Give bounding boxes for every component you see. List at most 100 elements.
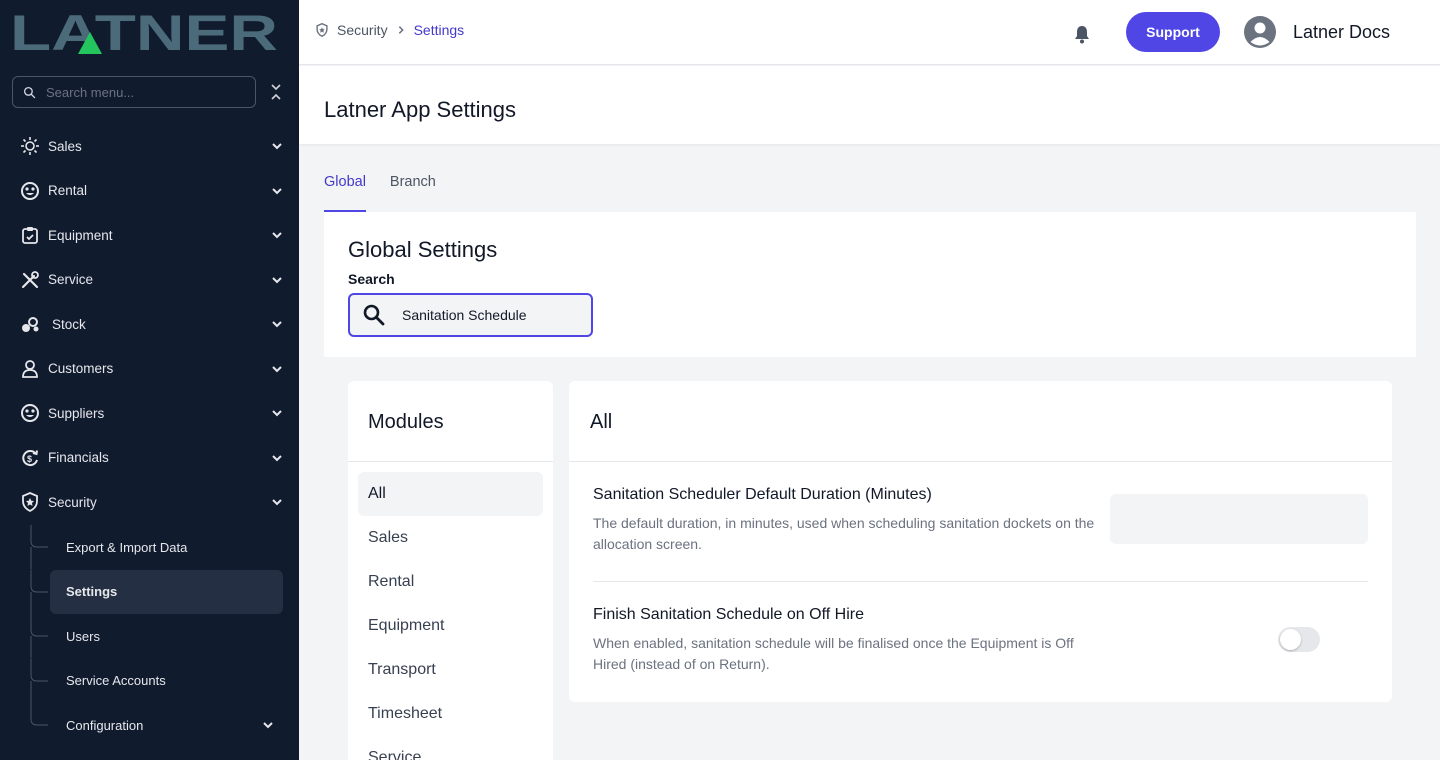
latner-logo[interactable]: LATNER: [10, 10, 280, 54]
tree-branch-line: [30, 703, 48, 726]
sidebar-item-label: Stock: [52, 316, 86, 332]
sidebar-item-label: Customers: [48, 361, 114, 377]
chevron-down-icon: [272, 455, 282, 462]
chevron-down-icon: [272, 232, 282, 239]
settings-search-field[interactable]: [348, 293, 593, 337]
setting-row: Finish Sanitation Schedule on Off Hire W…: [593, 606, 1368, 675]
sidebar-item-service[interactable]: Service: [0, 258, 299, 303]
equipment-icon: [19, 224, 41, 246]
financials-icon: $: [19, 447, 41, 469]
section-title: Global Settings: [348, 237, 498, 262]
tab-global[interactable]: Global: [324, 168, 366, 212]
sidebar-item-label: Rental: [48, 183, 88, 199]
modules-list: All Sales Rental Equipment Transport Tim…: [348, 462, 553, 760]
chevron-down-icon: [272, 143, 282, 150]
sales-icon: [19, 135, 41, 157]
user-name[interactable]: Latner Docs: [1293, 22, 1390, 43]
search-menu-field[interactable]: [12, 76, 256, 108]
rental-icon: [19, 180, 41, 202]
chevron-down-icon: [272, 499, 282, 506]
sidebar-item-label: Financials: [48, 450, 109, 466]
sidebar-item-label: Suppliers: [48, 405, 105, 421]
search-label: Search: [348, 271, 395, 287]
sidebar-subitem-configuration[interactable]: Configuration: [0, 703, 299, 748]
page-title: Latner App Settings: [324, 97, 517, 122]
chevron-down-icon: [272, 366, 282, 373]
chevron-down-icon: [263, 722, 273, 729]
chevron-down-icon: [272, 321, 282, 328]
divider: [593, 581, 1368, 582]
search-icon: [363, 304, 385, 326]
collapse-sidebar-icon[interactable]: [268, 83, 284, 101]
support-button[interactable]: Support: [1126, 12, 1220, 52]
sidebar-item-customers[interactable]: Customers: [0, 347, 299, 392]
sidebar-item-rental[interactable]: Rental: [0, 169, 299, 214]
module-item-service[interactable]: Service: [358, 736, 543, 760]
sidebar-item-equipment[interactable]: Equipment: [0, 213, 299, 258]
results-title: All: [569, 381, 1392, 462]
sidebar: LATNER Sales Rental Equipment Service: [0, 0, 299, 760]
tree-branch-line: [30, 614, 48, 659]
sidebar-subitem-label: Service Accounts: [66, 673, 166, 689]
page-header: Latner App Settings: [299, 66, 1440, 144]
setting-title: Finish Sanitation Schedule on Off Hire: [593, 606, 864, 623]
bell-icon[interactable]: [1072, 24, 1092, 44]
global-settings-panel: Global Settings Search: [324, 212, 1416, 357]
settings-results-card: All Sanitation Scheduler Default Duratio…: [569, 381, 1392, 702]
setting-description: When enabled, sanitation schedule will b…: [593, 635, 1074, 672]
sidebar-subitem-service-accounts[interactable]: Service Accounts: [0, 658, 299, 703]
default-duration-input[interactable]: [1110, 494, 1368, 544]
modules-title: Modules: [348, 381, 553, 462]
tab-branch[interactable]: Branch: [390, 168, 436, 212]
finish-on-off-hire-toggle[interactable]: [1278, 627, 1320, 652]
chevron-down-icon: [272, 188, 282, 195]
stock-icon: [19, 313, 41, 335]
search-menu-input[interactable]: [46, 84, 236, 100]
svg-text:$: $: [27, 454, 32, 464]
settings-search-input[interactable]: [402, 307, 572, 323]
shield-icon: [316, 23, 328, 37]
sidebar-item-sales[interactable]: Sales: [0, 124, 299, 169]
settings-tabs: Global Branch: [324, 168, 436, 212]
customers-icon: [19, 358, 41, 380]
breadcrumb-parent[interactable]: Security: [337, 22, 388, 38]
sidebar-item-label: Service: [48, 272, 94, 288]
module-item-all[interactable]: All: [358, 472, 543, 516]
module-item-rental[interactable]: Rental: [358, 560, 543, 604]
main-nav: Sales Rental Equipment Service Stock Cus…: [0, 124, 299, 525]
sidebar-item-label: Security: [48, 494, 97, 510]
top-bar: Security Settings Support Latner Docs: [299, 0, 1440, 65]
module-item-transport[interactable]: Transport: [358, 648, 543, 692]
tree-branch-line: [30, 658, 48, 703]
avatar[interactable]: [1244, 16, 1276, 48]
breadcrumb: Security Settings: [315, 22, 464, 38]
tree-branch-line: [30, 525, 48, 570]
sidebar-subitem-label: Settings: [66, 584, 118, 600]
sidebar-subitem-users[interactable]: Users: [0, 614, 299, 659]
svg-text:LATNER: LATNER: [10, 10, 278, 54]
search-icon: [23, 86, 36, 98]
setting-description: The default duration, in minutes, used w…: [593, 515, 1095, 552]
service-icon: [19, 269, 41, 291]
sidebar-item-security[interactable]: Security: [0, 480, 299, 525]
module-item-sales[interactable]: Sales: [358, 516, 543, 560]
sidebar-item-label: Sales: [48, 138, 82, 154]
sidebar-subitem-label: Export & Import Data: [66, 539, 188, 555]
sidebar-subitem-label: Configuration: [66, 717, 144, 733]
module-item-timesheet[interactable]: Timesheet: [358, 692, 543, 736]
sidebar-item-financials[interactable]: $ Financials: [0, 436, 299, 481]
sidebar-subitem-export-import[interactable]: Export & Import Data: [0, 525, 299, 570]
module-item-equipment[interactable]: Equipment: [358, 604, 543, 648]
tree-branch-line: [30, 569, 48, 614]
sidebar-subitem-settings[interactable]: Settings: [0, 569, 299, 614]
shield-icon: [19, 491, 41, 513]
chevron-down-icon: [272, 410, 282, 417]
breadcrumb-current[interactable]: Settings: [414, 22, 465, 38]
sidebar-item-label: Equipment: [48, 227, 113, 243]
chevron-right-icon: [398, 26, 404, 34]
sidebar-item-suppliers[interactable]: Suppliers: [0, 391, 299, 436]
sidebar-item-stock[interactable]: Stock: [0, 302, 299, 347]
suppliers-icon: [19, 402, 41, 424]
security-subnav: Export & Import Data Settings Users Serv…: [0, 525, 299, 748]
sidebar-subitem-label: Users: [66, 628, 100, 644]
